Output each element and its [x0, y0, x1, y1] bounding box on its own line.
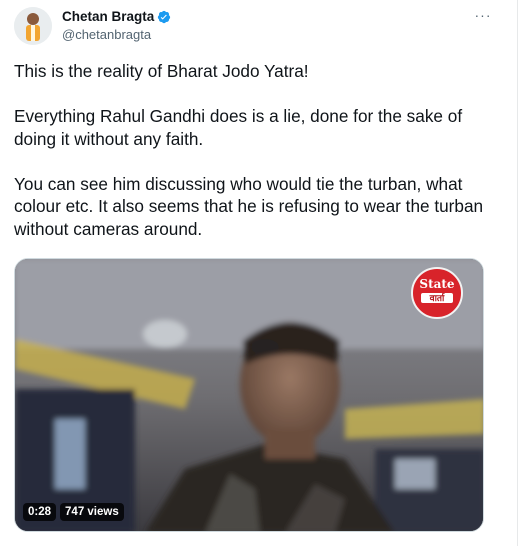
video-player[interactable]: State वार्ता 0:28 747 views	[14, 258, 484, 532]
video-duration-badge: 0:28	[23, 503, 57, 521]
logo-text-bottom: वार्ता	[421, 293, 453, 303]
author-block: Chetan Bragta @chetanbragta	[62, 8, 171, 44]
channel-logo: State वार्ता	[411, 267, 463, 319]
logo-text-top: State	[419, 277, 455, 291]
more-options-icon[interactable]: ···	[473, 8, 493, 24]
video-badges: 0:28 747 views	[23, 503, 124, 521]
avatar-image	[14, 7, 52, 45]
video-views-badge: 747 views	[60, 503, 124, 521]
tweet-paragraph-1: This is the reality of Bharat Jodo Yatra…	[14, 61, 309, 81]
author-name[interactable]: Chetan Bragta	[62, 8, 154, 26]
tweet-paragraph-2: Everything Rahul Gandhi does is a lie, d…	[14, 106, 463, 149]
tweet-text: This is the reality of Bharat Jodo Yatra…	[14, 60, 489, 240]
tweet-card: Chetan Bragta @chetanbragta ··· This is …	[0, 0, 518, 546]
author-handle[interactable]: @chetanbragta	[62, 26, 171, 44]
tweet-paragraph-3: You can see him discussing who would tie…	[14, 173, 484, 239]
verified-badge-icon	[157, 10, 171, 24]
author-name-row: Chetan Bragta	[62, 8, 171, 26]
avatar[interactable]	[14, 7, 52, 45]
